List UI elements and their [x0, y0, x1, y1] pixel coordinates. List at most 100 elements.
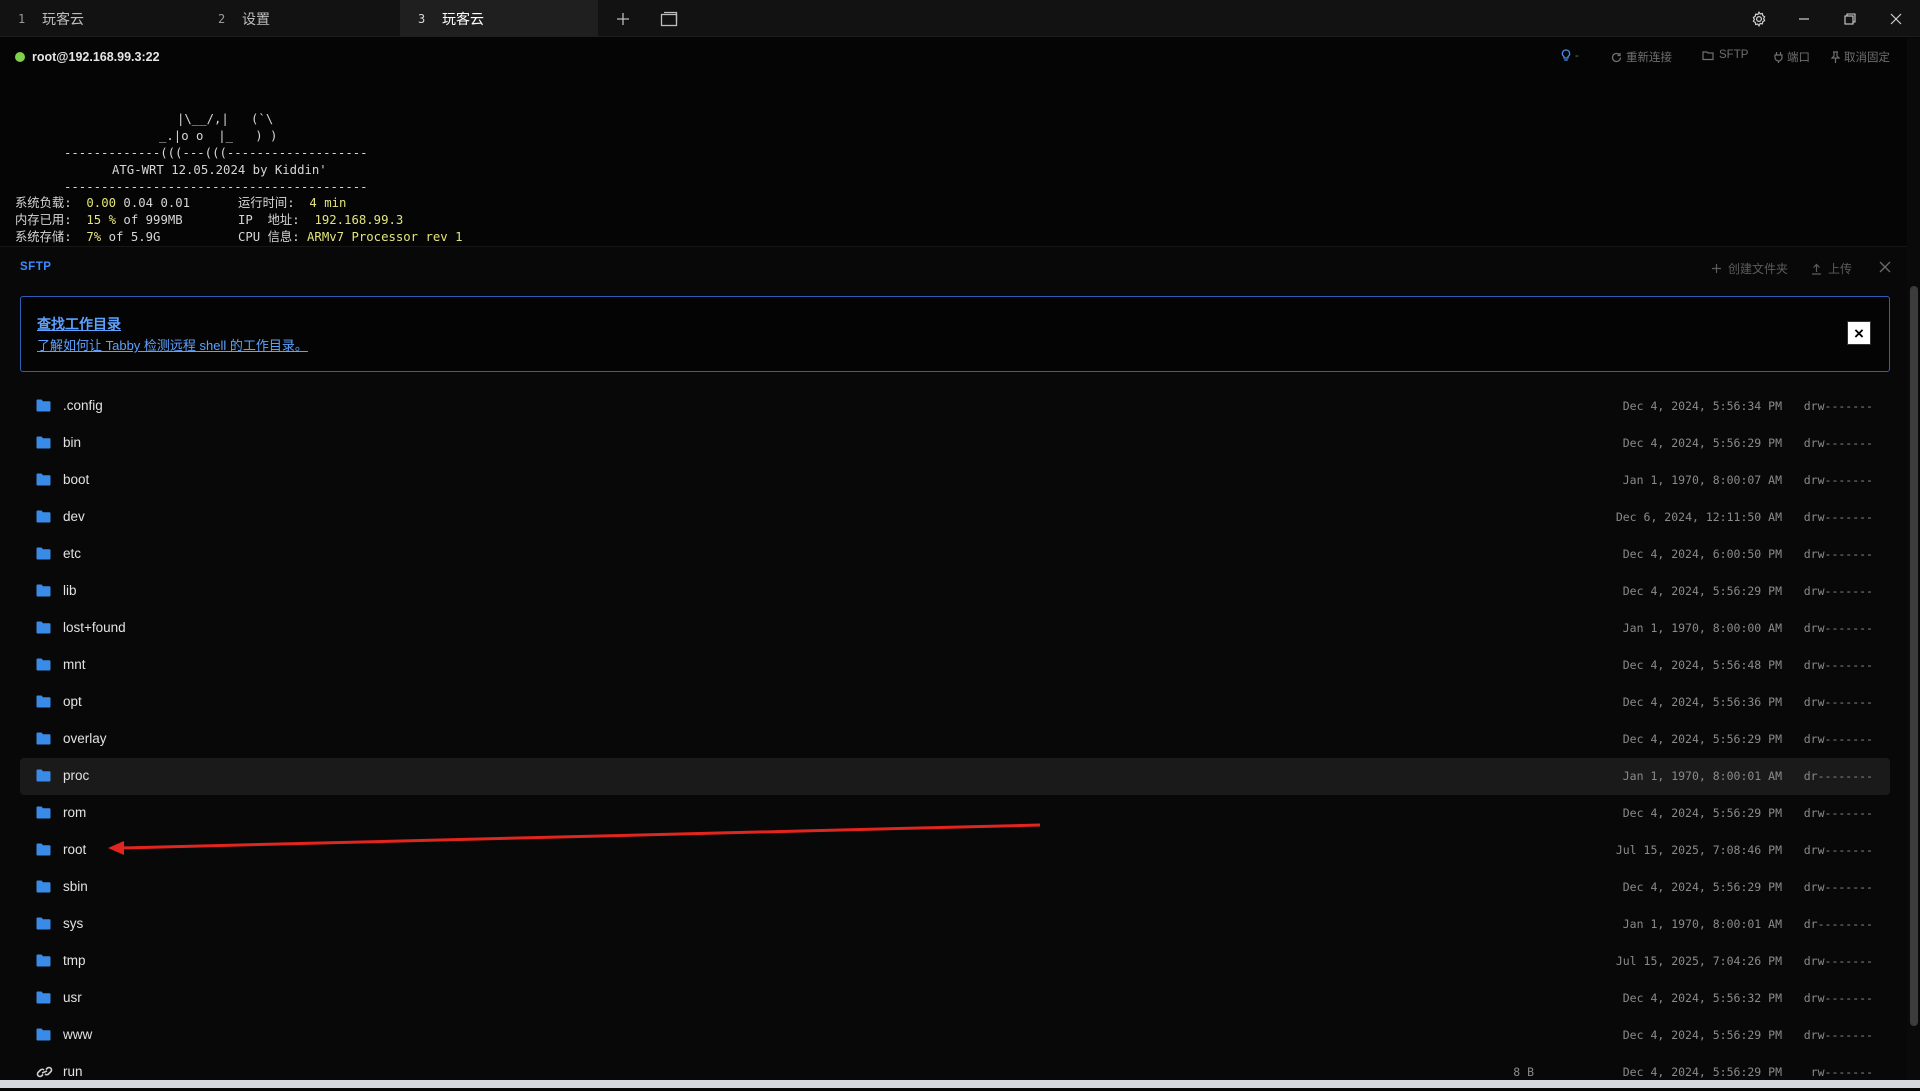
file-row[interactable]: mnt Dec 4, 2024, 5:56:48 PM drw------- — [20, 647, 1890, 684]
file-row[interactable]: rom Dec 4, 2024, 5:56:29 PM drw------- — [20, 795, 1890, 832]
file-date: Jul 15, 2025, 7:08:46 PM — [1615, 843, 1782, 857]
scrollbar-thumb[interactable] — [1910, 286, 1918, 1026]
storage-label: 系统存储: — [15, 230, 72, 244]
file-row[interactable]: sbin Dec 4, 2024, 5:56:29 PM drw------- — [20, 869, 1890, 906]
file-date: Jan 1, 1970, 8:00:01 AM — [1622, 769, 1782, 783]
unpin-label: 取消固定 — [1844, 52, 1890, 64]
close-icon: × — [1854, 323, 1864, 343]
minimize-icon — [1799, 17, 1809, 20]
close-sftp-button[interactable] — [1879, 261, 1897, 273]
uptime-value: 4 min — [309, 196, 347, 210]
file-row[interactable]: lost+found Jan 1, 1970, 8:00:00 AM drw----… — [20, 610, 1890, 647]
folder-icon — [36, 473, 51, 486]
reconnect-button[interactable]: 重新连接 — [1611, 49, 1672, 65]
banner-close-button[interactable]: × — [1847, 321, 1871, 345]
folder-icon — [36, 658, 51, 671]
memory-value: 15 % — [86, 213, 117, 227]
folder-icon — [36, 1028, 51, 1041]
file-name: sys — [63, 916, 84, 931]
folder-icon — [36, 510, 51, 523]
terminal-output[interactable]: |\__/,| (`\ _.|o o |_ ) ) -------------(… — [0, 78, 1907, 246]
folder-icon — [36, 621, 51, 634]
folder-icon — [36, 843, 51, 856]
cpu-line: CPU 信息: ARMv7 Processor rev 1 — [238, 229, 463, 246]
file-row[interactable]: dev Dec 6, 2024, 12:11:50 AM drw------- — [20, 499, 1890, 536]
sftp-button[interactable]: SFTP — [1702, 49, 1748, 61]
file-date: Dec 4, 2024, 5:56:29 PM — [1622, 880, 1782, 894]
file-row[interactable]: .config Dec 4, 2024, 5:56:34 PM drw------- — [20, 388, 1890, 425]
file-name: tmp — [63, 953, 86, 968]
tab-number: 1 — [18, 11, 26, 26]
upload-button[interactable]: 上传 — [1811, 260, 1852, 277]
file-permissions: drw------- — [1803, 880, 1873, 894]
bulb-button[interactable]: - — [1561, 49, 1579, 62]
storage-rest: of 5.9G — [101, 230, 161, 244]
file-name: rom — [63, 805, 87, 820]
file-row[interactable]: overlay Dec 4, 2024, 5:56:29 PM drw------- — [20, 721, 1890, 758]
file-row[interactable]: sys Jan 1, 1970, 8:00:01 AM dr-------- — [20, 906, 1890, 943]
create-folder-button[interactable]: 创建文件夹 — [1711, 260, 1788, 277]
minimize-button[interactable] — [1782, 0, 1826, 37]
tab-overview-button[interactable] — [651, 0, 687, 37]
file-name: usr — [63, 990, 82, 1005]
file-row[interactable]: opt Dec 4, 2024, 5:56:36 PM drw------- — [20, 684, 1890, 721]
file-date: Jan 1, 1970, 8:00:07 AM — [1622, 473, 1782, 487]
close-window-button[interactable] — [1874, 0, 1918, 37]
tab-number: 3 — [418, 11, 426, 26]
tab-label: 玩客云 — [42, 10, 84, 27]
file-row[interactable]: www Dec 4, 2024, 5:56:29 PM drw------- — [20, 1017, 1890, 1054]
file-row[interactable]: proc Jan 1, 1970, 8:00:01 AM dr-------- — [20, 758, 1890, 795]
file-row[interactable]: lib Dec 4, 2024, 5:56:29 PM drw------- — [20, 573, 1890, 610]
file-date: Dec 4, 2024, 5:56:32 PM — [1622, 991, 1782, 1005]
tab-1[interactable]: 1 玩客云 — [0, 0, 198, 37]
ascii-art-line: _.|o o |_ ) ) — [159, 129, 278, 143]
settings-button[interactable] — [1737, 0, 1781, 37]
ascii-art-line: -------------(((---(((------------------… — [64, 146, 368, 160]
file-row[interactable]: boot Jan 1, 1970, 8:00:07 AM drw------- — [20, 462, 1890, 499]
uptime-line: 运行时间: 4 min — [238, 195, 346, 212]
memory-rest: of 999MB — [116, 213, 183, 227]
file-date: Dec 4, 2024, 5:56:36 PM — [1622, 695, 1782, 709]
file-row[interactable]: root Jul 15, 2025, 7:08:46 PM drw------- — [20, 832, 1890, 869]
file-row[interactable]: etc Dec 4, 2024, 6:00:50 PM drw------- — [20, 536, 1890, 573]
file-permissions: drw------- — [1803, 436, 1873, 450]
file-date: Jul 15, 2025, 7:04:26 PM — [1615, 954, 1782, 968]
file-name: lib — [63, 583, 77, 598]
file-date: Dec 4, 2024, 5:56:29 PM — [1622, 806, 1782, 820]
unpin-button[interactable]: 取消固定 — [1831, 49, 1890, 65]
banner-help-link[interactable]: 了解如何让 Tabby 检测远程 shell 的工作目录。 — [37, 335, 308, 354]
ip-value: 192.168.99.3 — [314, 213, 404, 227]
ports-label: 端口 — [1787, 52, 1810, 64]
banner-title-link[interactable]: 查找工作目录 — [37, 314, 121, 334]
close-icon — [1879, 261, 1891, 273]
new-tab-button[interactable] — [605, 0, 641, 37]
bulb-suffix: - — [1575, 49, 1579, 62]
lightbulb-icon — [1561, 49, 1571, 61]
link-icon — [36, 1066, 53, 1078]
ports-button[interactable]: 端口 — [1774, 49, 1810, 65]
upload-label: 上传 — [1828, 262, 1853, 276]
file-name: dev — [63, 509, 85, 524]
gear-icon — [1752, 10, 1766, 27]
file-row[interactable]: tmp Jul 15, 2025, 7:04:26 PM drw------- — [20, 943, 1890, 980]
bottom-strip — [0, 1080, 1920, 1088]
file-name: overlay — [63, 731, 107, 746]
file-date: Dec 4, 2024, 5:56:29 PM — [1622, 1065, 1782, 1079]
tab-2[interactable]: 2 设置 — [200, 0, 398, 37]
file-permissions: dr-------- — [1803, 769, 1873, 783]
folder-icon — [36, 584, 51, 597]
pin-icon — [1831, 51, 1840, 63]
file-date: Dec 4, 2024, 5:56:29 PM — [1622, 584, 1782, 598]
reconnect-label: 重新连接 — [1626, 52, 1672, 64]
plus-icon — [617, 12, 629, 25]
working-directory-banner: 查找工作目录 了解如何让 Tabby 检测远程 shell 的工作目录。 × — [20, 296, 1890, 372]
file-permissions: dr-------- — [1803, 917, 1873, 931]
ip-line: IP 地址: 192.168.99.3 — [238, 212, 403, 229]
file-name: sbin — [63, 879, 88, 894]
file-name: proc — [63, 768, 90, 783]
file-row[interactable]: bin Dec 4, 2024, 5:56:29 PM drw------- — [20, 425, 1890, 462]
status-dot — [15, 52, 25, 62]
file-row[interactable]: usr Dec 4, 2024, 5:56:32 PM drw------- — [20, 980, 1890, 1017]
tab-3[interactable]: 3 玩客云 — [400, 0, 598, 37]
restore-button[interactable] — [1828, 0, 1872, 37]
